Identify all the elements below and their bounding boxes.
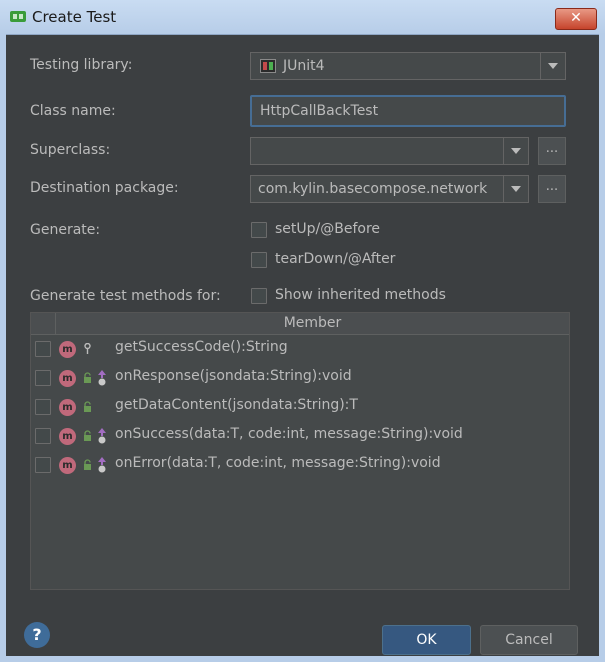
table-row[interactable]: m onSuccess(data:T, code:int, message:St…: [31, 422, 569, 451]
class-name-input[interactable]: HttpCallBackTest: [250, 95, 566, 127]
destination-package-value: com.kylin.basecompose.network: [258, 181, 488, 197]
generate-label: Generate:: [30, 222, 101, 238]
setup-checkbox[interactable]: [251, 222, 267, 238]
select-all-column-header[interactable]: [31, 313, 56, 334]
row-checkbox[interactable]: [35, 428, 51, 444]
table-row[interactable]: m onResponse(jsondata:String):void: [31, 364, 569, 393]
class-name-label: Class name:: [30, 103, 116, 119]
junit-icon: [260, 59, 276, 73]
show-inherited-label: Show inherited methods: [275, 287, 446, 303]
help-button[interactable]: ?: [24, 622, 50, 648]
destination-package-label: Destination package:: [30, 180, 179, 196]
lock-icon: [84, 430, 91, 441]
superclass-select[interactable]: [250, 137, 529, 165]
superclass-browse-button[interactable]: ...: [538, 137, 566, 165]
table-row[interactable]: m getDataContent(jsondata:String):T: [31, 393, 569, 422]
row-checkbox[interactable]: [35, 457, 51, 473]
pin-icon: [84, 343, 91, 354]
method-signature: onSuccess(data:T, code:int, message:Stri…: [115, 426, 463, 442]
lock-icon: [84, 459, 91, 470]
method-icon: m: [59, 370, 76, 387]
destination-package-browse-button[interactable]: ...: [538, 175, 566, 203]
member-table-header: Member: [31, 313, 569, 335]
method-icon: m: [59, 341, 76, 358]
window-frame-right: [599, 34, 605, 662]
method-signature: getDataContent(jsondata:String):T: [115, 397, 358, 413]
lock-icon: [84, 372, 91, 383]
chevron-down-icon: [540, 53, 565, 79]
show-inherited-checkbox[interactable]: [251, 288, 267, 304]
method-signature: getSuccessCode():String: [115, 339, 288, 355]
teardown-checkbox-label: tearDown/@After: [275, 251, 396, 267]
row-checkbox[interactable]: [35, 399, 51, 415]
window-frame-bottom: [0, 656, 605, 662]
cancel-button[interactable]: Cancel: [480, 625, 578, 655]
testing-library-value: JUnit4: [283, 58, 325, 74]
help-icon: ?: [32, 625, 42, 644]
override-icon: [98, 370, 106, 386]
chevron-down-icon: [503, 176, 528, 202]
setup-checkbox-label: setUp/@Before: [275, 221, 381, 237]
generate-methods-label: Generate test methods for:: [30, 288, 221, 304]
method-icon: m: [59, 399, 76, 416]
close-icon: ✕: [570, 10, 582, 26]
method-signature: onResponse(jsondata:String):void: [115, 368, 352, 384]
method-icon: m: [59, 457, 76, 474]
app-icon: [10, 11, 26, 22]
ok-button[interactable]: OK: [382, 625, 471, 655]
title-bar: Create Test ✕: [0, 0, 605, 35]
lock-icon: [84, 401, 91, 412]
close-button[interactable]: ✕: [555, 8, 597, 30]
row-checkbox[interactable]: [35, 370, 51, 386]
override-icon: [98, 428, 106, 444]
member-column-header[interactable]: Member: [56, 313, 569, 334]
window-frame-left: [0, 34, 6, 662]
override-icon: [98, 457, 106, 473]
testing-library-select[interactable]: JUnit4: [250, 52, 566, 80]
method-icon: m: [59, 428, 76, 445]
table-row[interactable]: m onError(data:T, code:int, message:Stri…: [31, 451, 569, 480]
chevron-down-icon: [503, 138, 528, 164]
row-checkbox[interactable]: [35, 341, 51, 357]
teardown-checkbox[interactable]: [251, 252, 267, 268]
method-signature: onError(data:T, code:int, message:String…: [115, 455, 441, 471]
member-table: Member m getSuccessCode():String m onRes…: [30, 312, 570, 590]
destination-package-select[interactable]: com.kylin.basecompose.network: [250, 175, 529, 203]
table-row[interactable]: m getSuccessCode():String: [31, 335, 569, 364]
window-title: Create Test: [32, 8, 117, 26]
superclass-label: Superclass:: [30, 142, 111, 158]
testing-library-label: Testing library:: [30, 57, 133, 73]
